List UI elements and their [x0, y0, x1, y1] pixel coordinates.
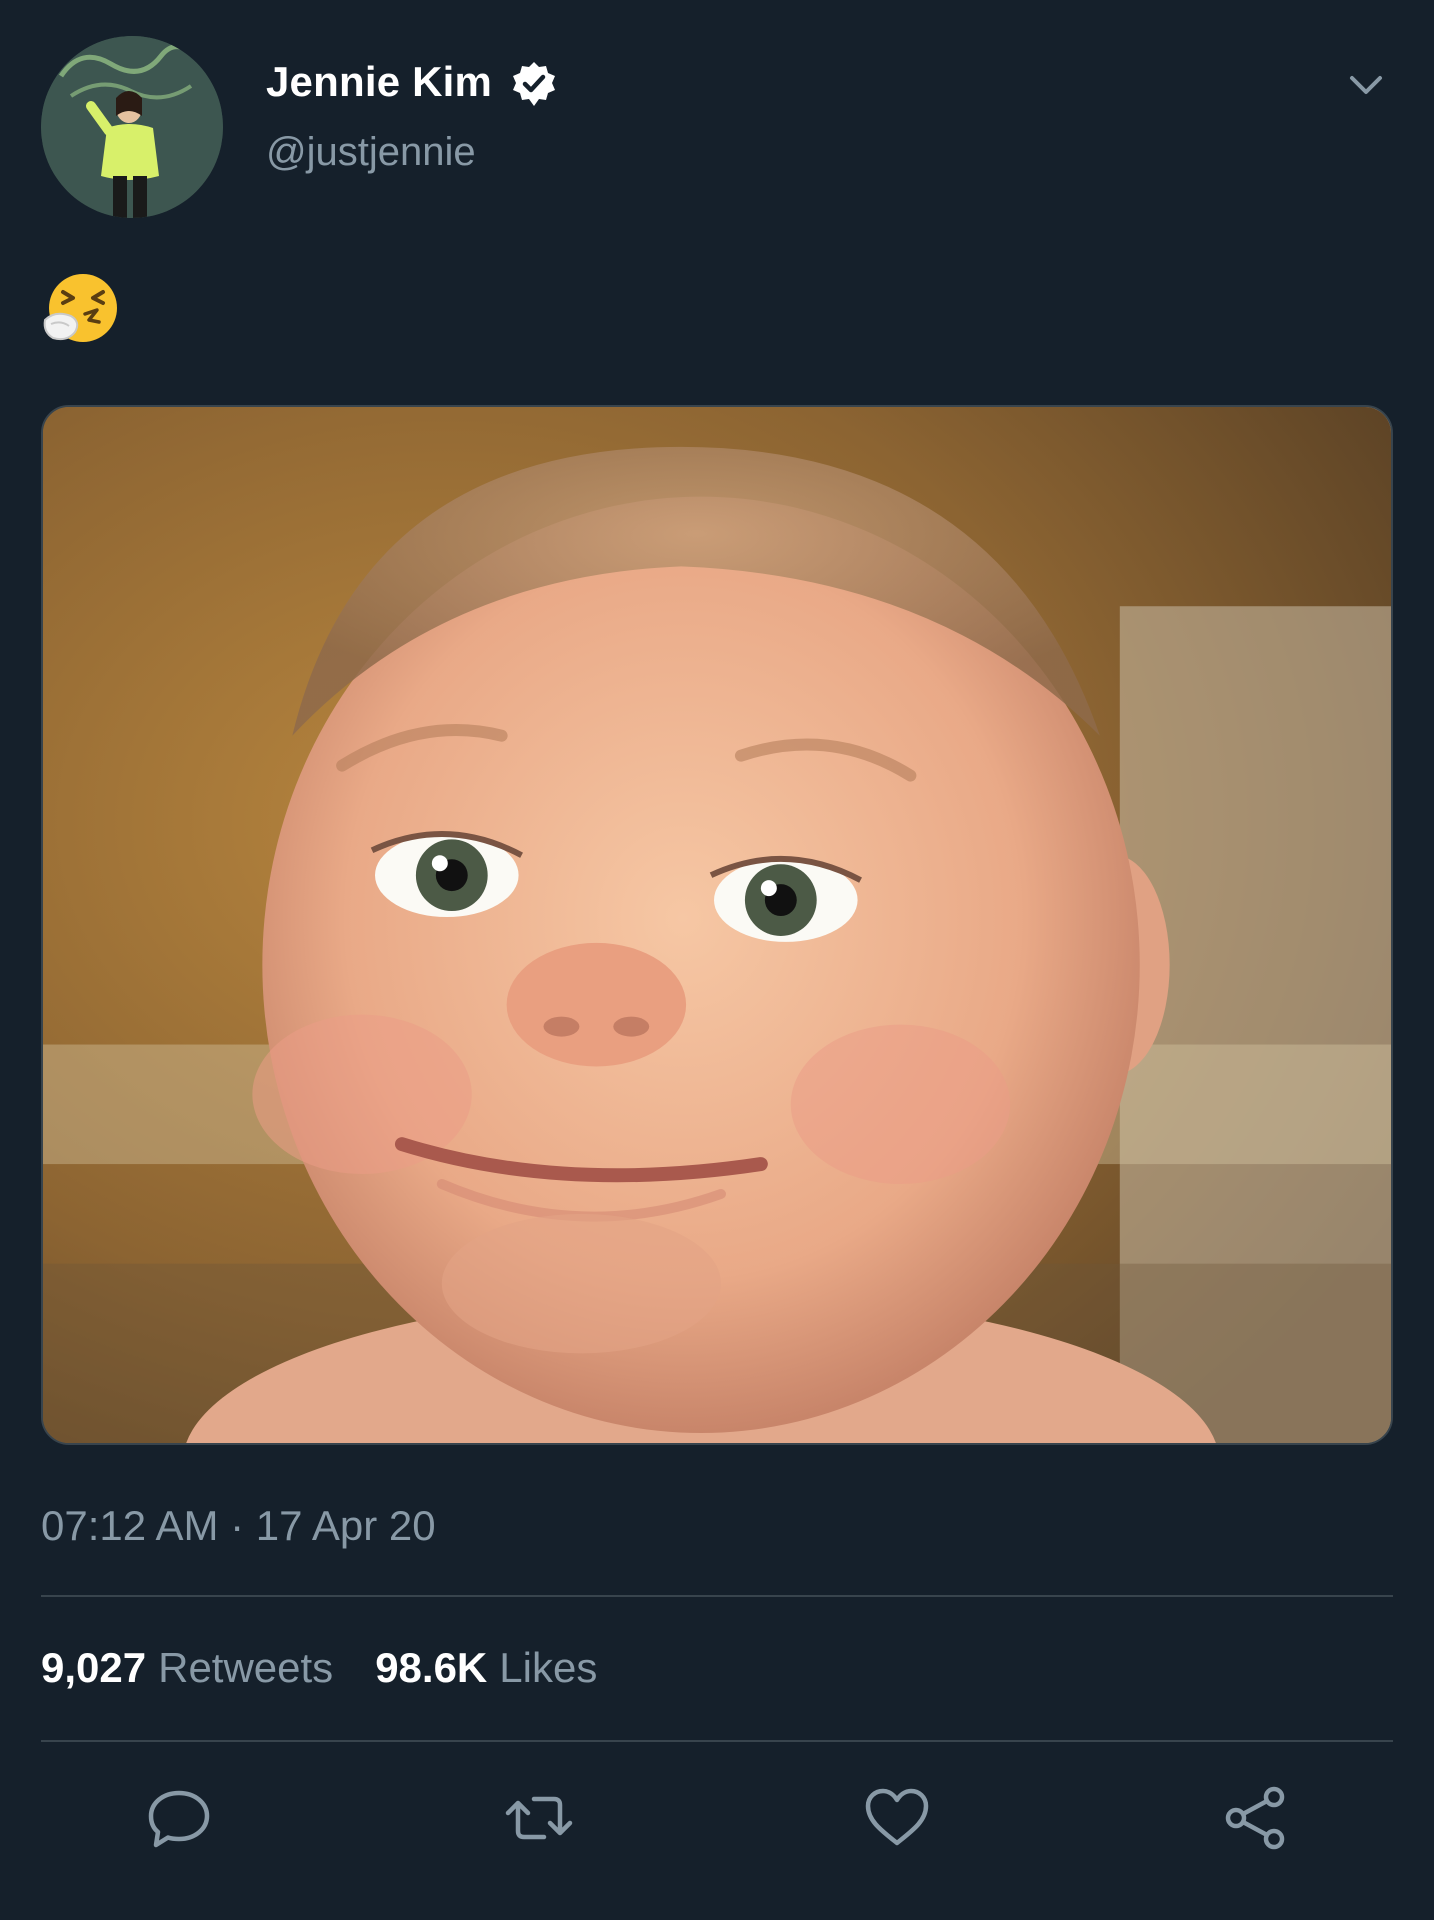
photo-image: [43, 407, 1391, 1443]
retweet-button[interactable]: [499, 1778, 579, 1858]
heart-icon: [865, 1788, 929, 1846]
user-handle[interactable]: @justjennie: [266, 132, 476, 172]
retweets-count: 9,027: [41, 1644, 147, 1691]
retweets-label: Retweets: [158, 1644, 334, 1691]
tweet-media-photo[interactable]: [41, 405, 1393, 1445]
avatar-image: [41, 36, 223, 218]
tweet-text: [41, 270, 121, 350]
reply-icon: [148, 1790, 210, 1848]
retweets-stat[interactable]: 9,027 Retweets: [41, 1647, 333, 1689]
tweet-detail: Jennie Kim @justjennie 07:12 AM · 17 Apr…: [0, 0, 1434, 1920]
verified-badge-icon: [510, 60, 558, 108]
divider: [41, 1595, 1393, 1597]
retweet-icon: [505, 1796, 573, 1840]
sneezing-face-icon: [43, 274, 117, 342]
likes-stat[interactable]: 98.6K Likes: [375, 1647, 597, 1689]
likes-count: 98.6K: [375, 1644, 488, 1691]
avatar[interactable]: [41, 36, 223, 218]
display-name[interactable]: Jennie Kim: [266, 61, 492, 103]
tweet-stats: 9,027 Retweets 98.6K Likes: [41, 1647, 597, 1689]
like-button[interactable]: [857, 1778, 937, 1858]
share-icon: [1225, 1786, 1285, 1850]
action-bar: [0, 1778, 1434, 1858]
display-name-row: Jennie Kim: [266, 56, 558, 108]
reply-button[interactable]: [139, 1778, 219, 1858]
share-button[interactable]: [1215, 1778, 1295, 1858]
chevron-down-icon[interactable]: [1346, 70, 1386, 102]
likes-label: Likes: [499, 1644, 598, 1691]
tweet-timestamp[interactable]: 07:12 AM · 17 Apr 20: [41, 1505, 436, 1547]
divider: [41, 1740, 1393, 1742]
